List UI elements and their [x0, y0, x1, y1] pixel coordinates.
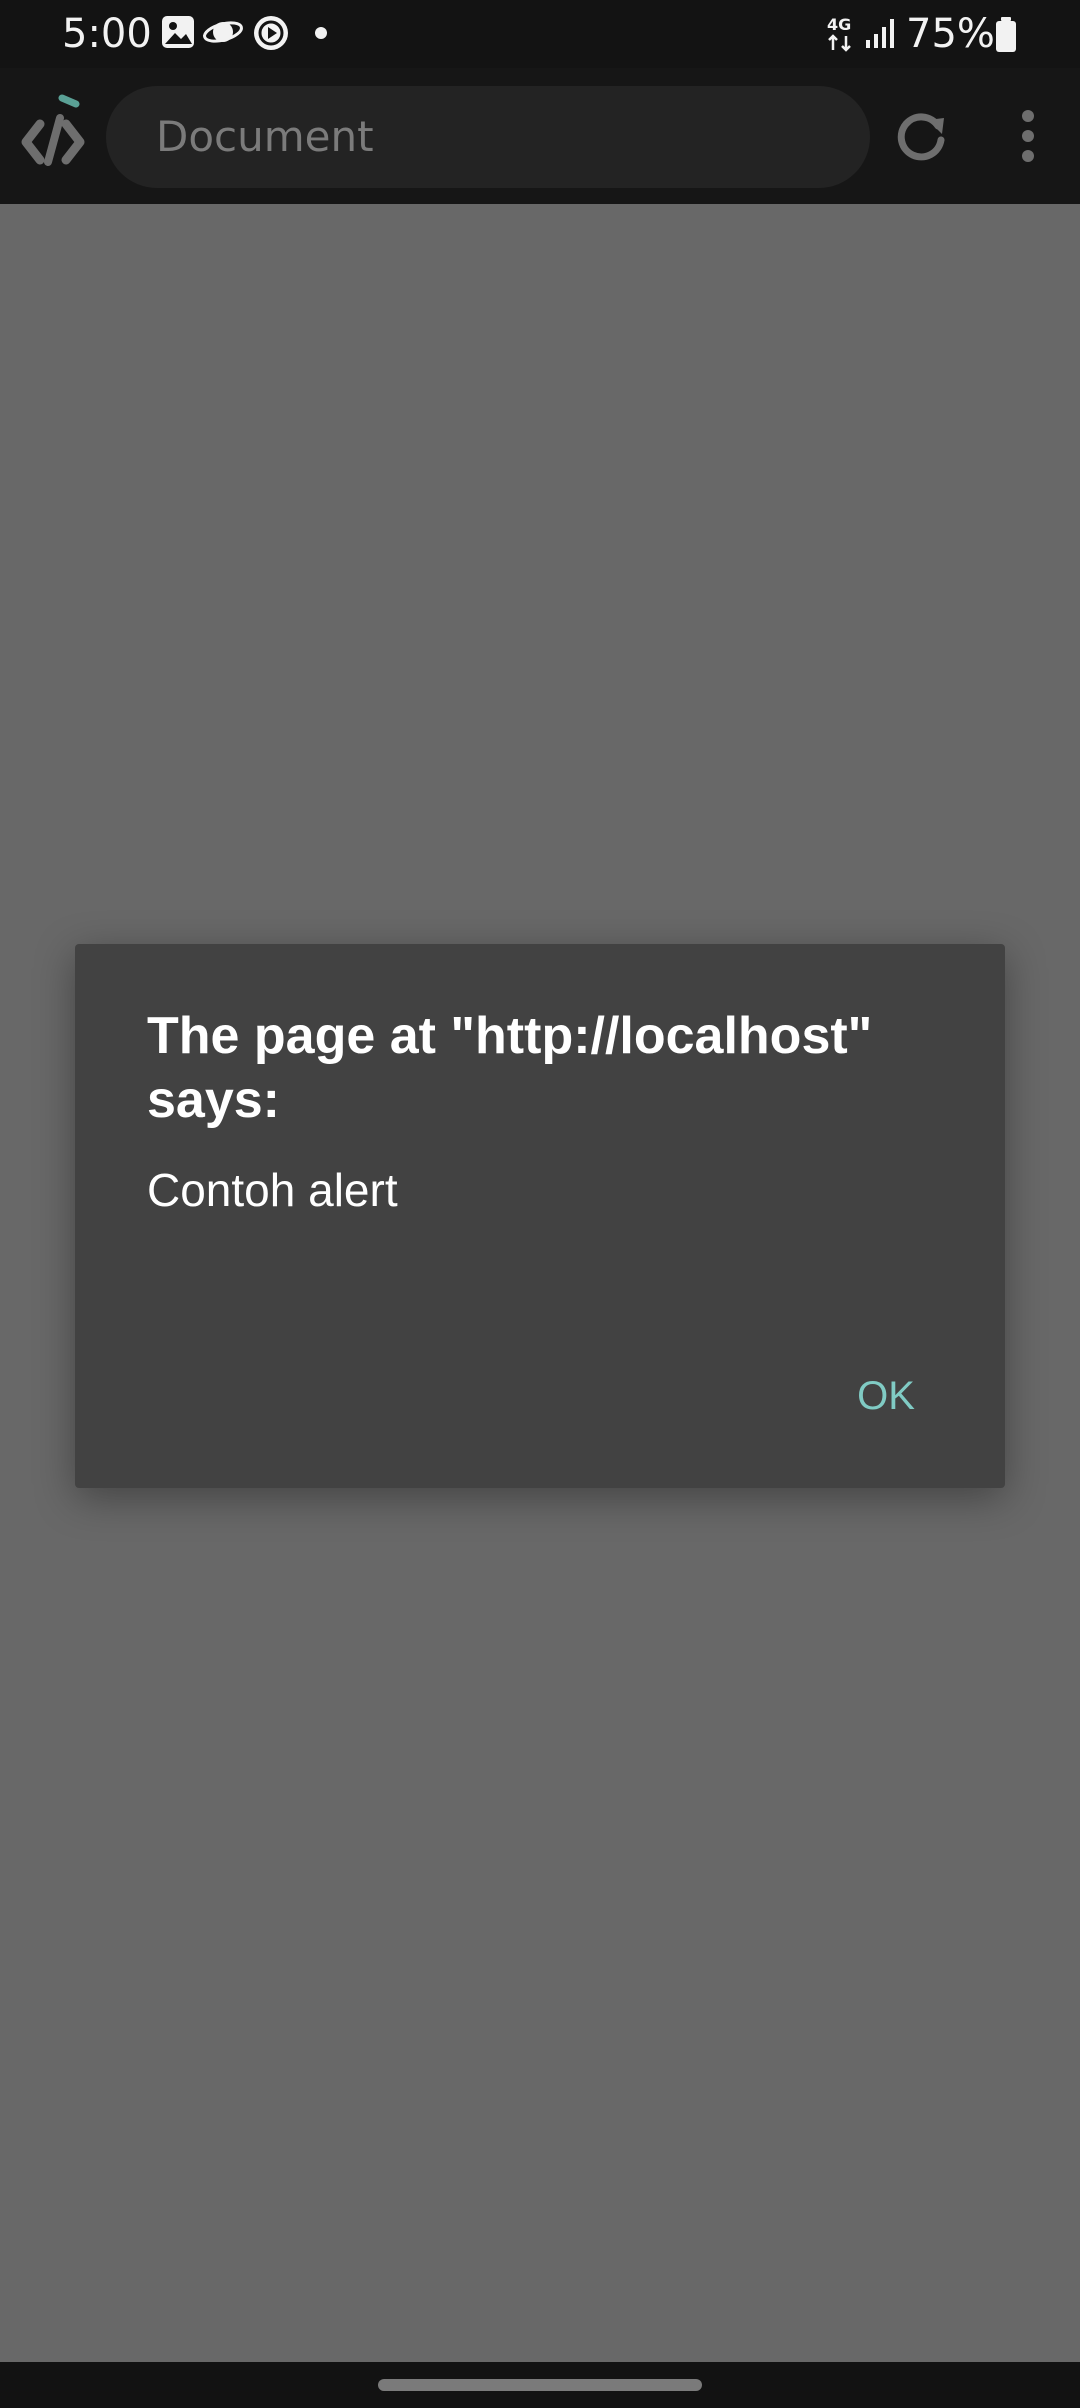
url-title: Document — [156, 112, 374, 161]
network-4g-icon: 4G — [827, 15, 851, 52]
saturn-icon — [203, 21, 243, 43]
svg-text:4G: 4G — [827, 15, 851, 34]
home-indicator[interactable] — [378, 2379, 702, 2391]
dialog-title: The page at "http://localhost" says: — [147, 1007, 873, 1129]
more-vert-icon[interactable] — [1010, 108, 1046, 164]
signal-icon — [866, 19, 894, 48]
app-logo-icon[interactable] — [18, 94, 88, 174]
status-time: 5:00 — [62, 11, 152, 57]
battery-percent: 75% — [906, 11, 995, 57]
reload-icon[interactable] — [894, 108, 950, 164]
notification-dot-icon — [315, 27, 327, 39]
gallery-icon — [162, 16, 194, 48]
navigation-bar — [0, 2362, 1080, 2408]
play-circle-icon — [254, 16, 288, 50]
battery-icon — [996, 17, 1016, 52]
browser-toolbar: Document — [0, 68, 1080, 204]
ok-button[interactable]: OK — [831, 1364, 941, 1428]
status-bar: 5:00 4G 75% — [0, 0, 1080, 68]
alert-dialog: The page at "http://localhost" says: Con… — [75, 944, 1005, 1488]
url-bar[interactable]: Document — [106, 86, 870, 188]
dialog-message: Contoh alert — [147, 1164, 398, 1216]
